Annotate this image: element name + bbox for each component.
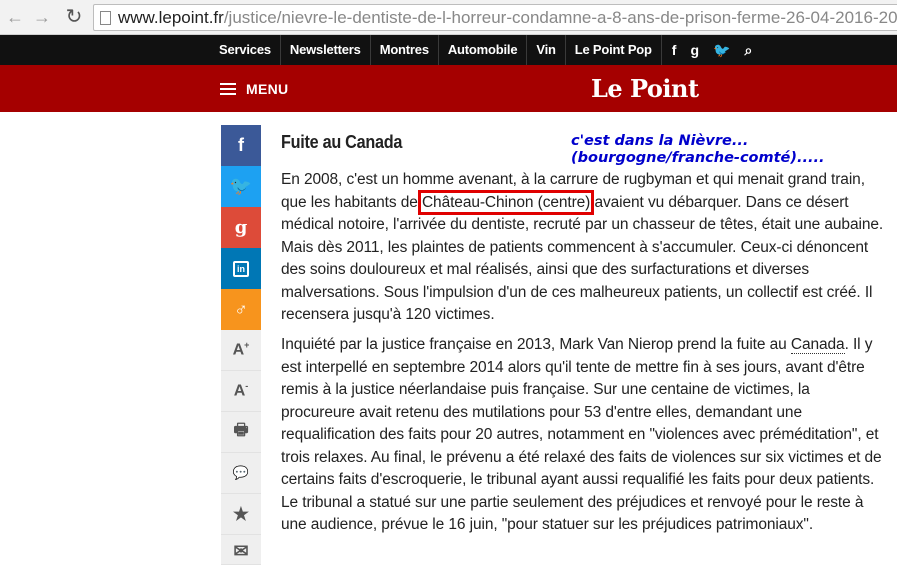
url-text[interactable]: www.lepoint.fr/justice/nievre-le-dentist…: [118, 8, 897, 28]
star-icon: ★: [232, 503, 250, 524]
email-icon: ✉: [233, 541, 249, 561]
annotation-line-1: c'est dans la Nièvre...: [571, 133, 749, 149]
email-button[interactable]: ✉: [221, 535, 261, 565]
share-linkedin-button[interactable]: in: [221, 248, 261, 289]
twitter-icon[interactable]: 🐦: [706, 35, 737, 65]
twitter-icon: 🐦: [229, 176, 253, 196]
linkedin-icon: in: [233, 260, 249, 277]
article-paragraph-1: En 2008, c'est un homme avenant, à la ca…: [281, 171, 884, 323]
address-bar[interactable]: www.lepoint.fr/justice/nievre-le-dentist…: [93, 4, 897, 31]
font-decrease-icon: A-: [233, 381, 249, 400]
canada-link[interactable]: Canada: [790, 336, 845, 354]
handwritten-annotation: c'est dans la Nièvre... (bourgogne/franc…: [571, 133, 825, 167]
print-button[interactable]: 🖶: [221, 412, 261, 453]
nav-newsletters[interactable]: Newsletters: [279, 35, 370, 65]
url-host: www.lepoint.fr: [118, 8, 224, 27]
nav-automobile[interactable]: Automobile: [437, 35, 527, 65]
highlighted-location: Château-Chinon (centre): [417, 189, 595, 215]
back-arrow-icon[interactable]: ←: [3, 5, 27, 29]
annotation-line-2: (bourgogne/franche-comté).....: [571, 150, 825, 166]
url-path: /justice/nievre-le-dentiste-de-l-horreur…: [223, 8, 897, 27]
top-navigation: Services Newsletters Montres Automobile …: [0, 35, 897, 65]
share-sidebar: f 🐦 g in ♂ A+ A- 🖶 💬 ★ ✉: [221, 125, 261, 565]
nav-vin[interactable]: Vin: [526, 35, 564, 65]
favorite-button[interactable]: ★: [221, 494, 261, 535]
hamburger-icon: [220, 82, 236, 96]
menu-label: MENU: [246, 81, 289, 97]
article-paragraph-2: Inquiété par la justice française en 201…: [281, 336, 882, 533]
facebook-icon: f: [238, 135, 244, 155]
share-viadeo-button[interactable]: ♂: [221, 289, 261, 330]
google-plus-icon: g: [234, 217, 248, 238]
page-icon: [100, 11, 111, 25]
search-icon[interactable]: ⌕: [737, 35, 759, 65]
font-decrease-button[interactable]: A-: [221, 371, 261, 412]
font-increase-icon: A+: [232, 340, 250, 359]
nav-montres[interactable]: Montres: [369, 35, 438, 65]
share-twitter-button[interactable]: 🐦: [221, 166, 261, 207]
font-increase-button[interactable]: A+: [221, 330, 261, 371]
share-facebook-button[interactable]: f: [221, 125, 261, 166]
reload-icon[interactable]: ↻: [62, 5, 86, 29]
forward-arrow-icon[interactable]: →: [30, 5, 54, 29]
site-logo[interactable]: Le Point: [591, 74, 699, 103]
facebook-icon[interactable]: f: [660, 35, 684, 65]
section-title: Fuite au Canada: [281, 132, 403, 152]
share-googleplus-button[interactable]: g: [221, 207, 261, 248]
nav-le-point-pop[interactable]: Le Point Pop: [564, 35, 661, 65]
viadeo-icon: ♂: [234, 299, 248, 319]
comment-icon: 💬: [232, 465, 250, 480]
browser-toolbar: ← → ↻ www.lepoint.fr/justice/nievre-le-d…: [0, 0, 897, 35]
print-icon: 🖶: [233, 421, 249, 439]
menu-button[interactable]: MENU: [220, 78, 288, 100]
nav-services[interactable]: Services: [210, 35, 280, 65]
google-plus-icon[interactable]: g: [683, 35, 706, 65]
comment-button[interactable]: 💬: [221, 453, 261, 494]
site-header: MENU Le Point: [0, 65, 897, 112]
